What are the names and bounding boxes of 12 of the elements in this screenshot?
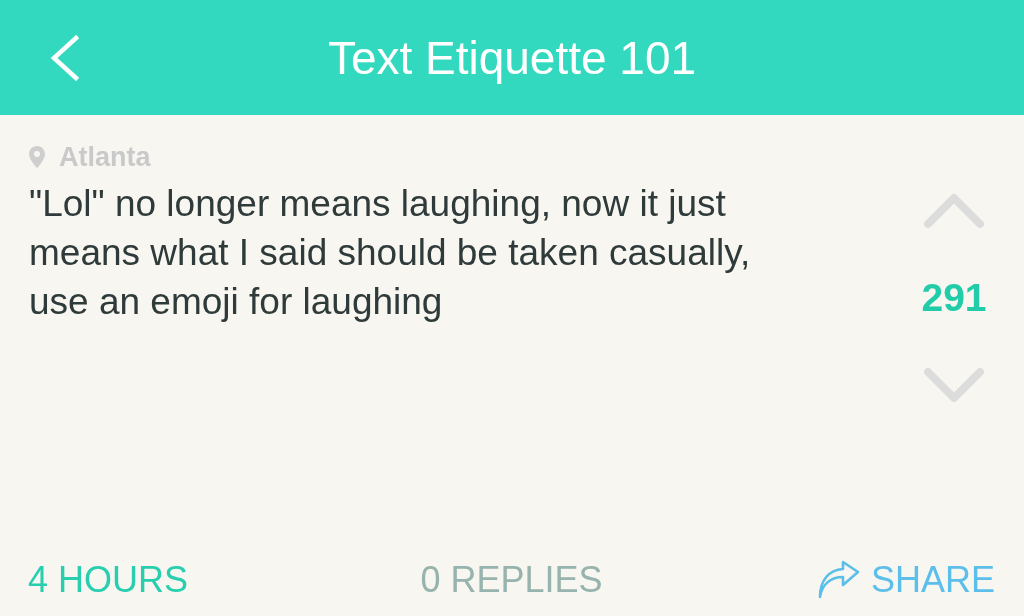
back-button[interactable] bbox=[48, 33, 82, 82]
post-message: "Lol" no longer means laughing, now it just means what I said should be taken casually, use an emoji for laughing bbox=[29, 182, 752, 324]
share-arrow-icon bbox=[816, 560, 861, 600]
vote-count: 291 bbox=[921, 276, 987, 320]
back-icon bbox=[50, 34, 80, 81]
share-button[interactable]: SHARE bbox=[816, 559, 995, 601]
replies-button[interactable]: 0 REPLIES bbox=[420, 559, 603, 601]
post-age: 4 HOURS bbox=[28, 559, 189, 601]
location-pin-icon bbox=[29, 146, 45, 168]
chevron-down-icon bbox=[923, 367, 985, 403]
chevron-up-icon bbox=[923, 193, 985, 229]
page-title: Text Etiquette 101 bbox=[327, 31, 697, 84]
